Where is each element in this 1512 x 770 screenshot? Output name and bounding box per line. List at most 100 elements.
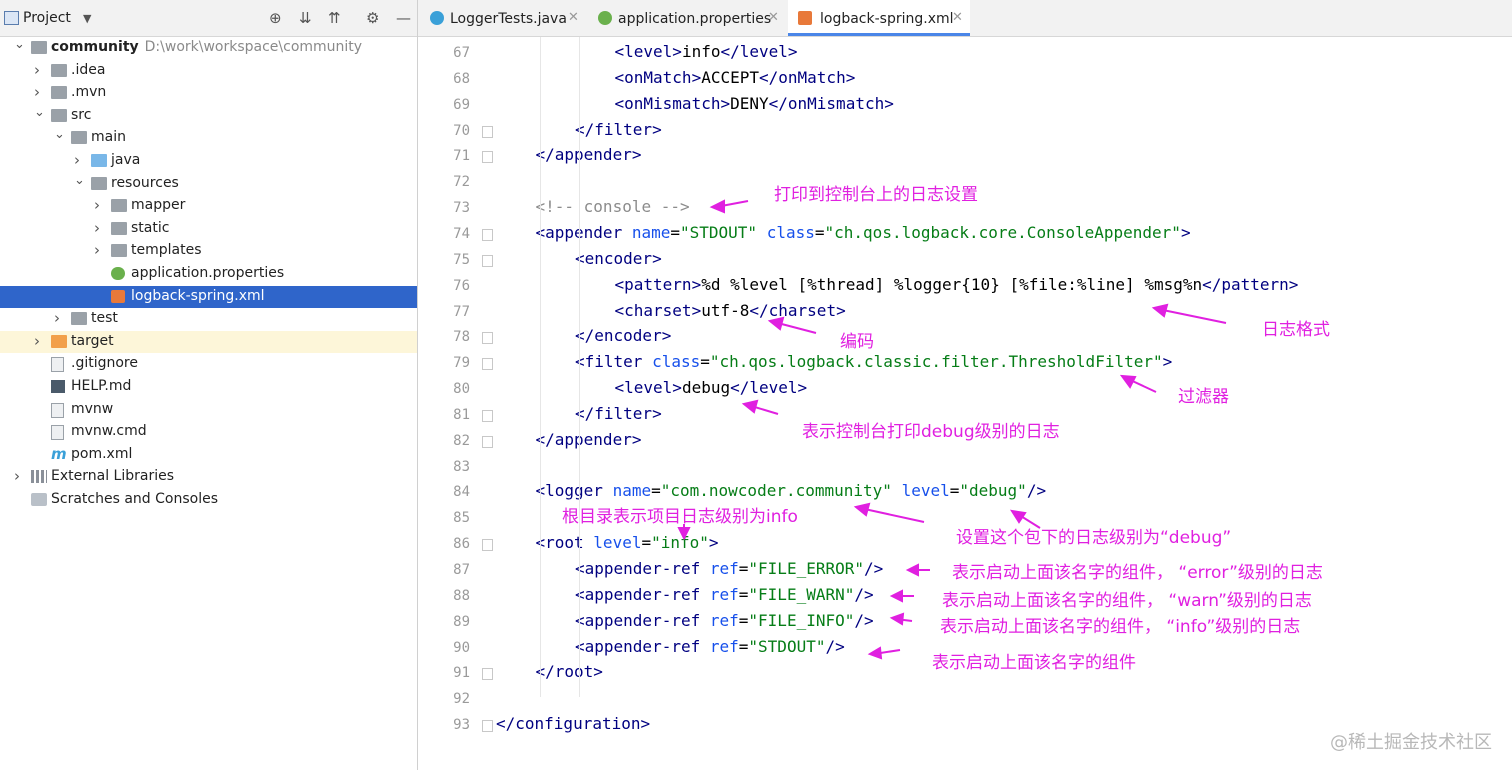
tree-item[interactable]: application.properties: [0, 263, 417, 285]
close-icon[interactable]: ✕: [568, 10, 579, 25]
excluded-folder-icon: [51, 334, 67, 348]
chevron-right-icon[interactable]: ›: [14, 467, 24, 485]
tree-item[interactable]: › java: [0, 150, 417, 172]
code-line: <onMatch>ACCEPT</onMatch>: [615, 68, 856, 87]
tab-application-properties[interactable]: application.properties ✕: [588, 0, 786, 36]
code-token: </pattern>: [1202, 274, 1299, 294]
close-icon[interactable]: ✕: [952, 10, 963, 25]
code-token: <pattern>: [614, 274, 702, 294]
code-line: <root level="info">: [536, 533, 719, 552]
tree-item[interactable]: › mapper: [0, 195, 417, 217]
markdown-file-icon: [51, 380, 65, 393]
code-token: %d %level [%thread] %logger{10} [%file:%…: [701, 274, 1203, 294]
code-token: name: [612, 481, 652, 501]
tree-item[interactable]: › target: [0, 330, 417, 353]
properties-file-icon: [598, 11, 612, 25]
chevron-right-icon[interactable]: ›: [94, 196, 104, 214]
tree-item-label: community D:\work\workspace\community: [51, 39, 362, 55]
tree-item-label: src: [71, 107, 91, 123]
tree-item[interactable]: Scratches and Consoles: [0, 489, 417, 511]
tree-item-label: main: [91, 129, 126, 145]
annotation-info-ref: 表示启动上面该名字的组件， “info”级别的日志: [940, 617, 1301, 637]
tree-item-name: static: [131, 219, 170, 236]
chevron-down-icon[interactable]: ⌄: [14, 37, 25, 52]
chevron-down-icon[interactable]: ⌄: [34, 105, 45, 120]
chevron-right-icon[interactable]: ›: [94, 241, 104, 259]
chevron-right-icon[interactable]: ›: [54, 309, 64, 327]
chevron-right-icon[interactable]: ›: [74, 151, 84, 169]
close-icon[interactable]: ✕: [768, 10, 779, 25]
minimize-icon[interactable]: —: [396, 9, 411, 27]
fold-marker-icon[interactable]: [482, 720, 493, 733]
tree-item[interactable]: › templates: [0, 240, 417, 262]
tree-item[interactable]: › test: [0, 308, 417, 330]
code-token: =: [738, 559, 749, 578]
chevron-right-icon[interactable]: ›: [34, 61, 44, 79]
line-number: 82: [453, 432, 470, 449]
chevron-right-icon[interactable]: ›: [34, 332, 44, 350]
ide-window: Project ▼ ⊕ ⇊ ⇈ ⚙ — ⌄ community D:\work\wo…: [0, 0, 1512, 770]
tree-item[interactable]: ⌄ main: [0, 127, 417, 149]
expand-all-icon[interactable]: ⇊: [299, 9, 312, 27]
fold-marker-icon[interactable]: [482, 358, 493, 371]
gear-icon[interactable]: ⚙: [366, 9, 379, 27]
fold-marker-icon[interactable]: [482, 435, 493, 448]
fold-marker-icon[interactable]: [482, 125, 493, 138]
tree-item[interactable]: › .mvn: [0, 82, 417, 104]
code-token: </filter>: [575, 119, 662, 139]
code-token: />: [825, 636, 845, 656]
collapse-all-icon[interactable]: ⇈: [328, 9, 341, 27]
chevron-down-icon[interactable]: ⌄: [74, 173, 85, 188]
folder-icon: [51, 86, 67, 100]
fold-marker-icon[interactable]: [482, 409, 493, 422]
code-line: <filter class="ch.qos.logback.classic.fi…: [575, 352, 1172, 371]
tab-label: application.properties: [618, 11, 772, 27]
annotation-error-ref: 表示启动上面该名字的组件， “error”级别的日志: [952, 563, 1323, 583]
tree-item[interactable]: .gitignore: [0, 353, 417, 375]
fold-marker-icon[interactable]: [482, 668, 493, 681]
tree-item-name: java: [111, 152, 141, 168]
project-view-icon[interactable]: [4, 11, 19, 25]
tree-item-path: D:\work\workspace\community: [144, 39, 363, 55]
locate-icon[interactable]: ⊕: [269, 9, 282, 27]
tree-item-name: community: [51, 39, 139, 55]
tab-logger-tests[interactable]: LoggerTests.java ✕: [418, 0, 586, 36]
tree-item[interactable]: m pom.xml: [0, 444, 417, 466]
tree-item[interactable]: ⌄ src: [0, 105, 417, 127]
fold-marker-icon[interactable]: [482, 228, 493, 241]
tree-item[interactable]: HELP.md: [0, 376, 417, 398]
tree-item[interactable]: › External Libraries: [0, 466, 417, 488]
fold-marker-icon[interactable]: [482, 254, 493, 267]
code-line: <appender-ref ref="STDOUT"/>: [575, 637, 845, 656]
chevron-right-icon[interactable]: ›: [94, 219, 104, 237]
fold-marker-icon[interactable]: [482, 332, 493, 345]
line-number: 79: [453, 355, 470, 372]
code-token: debug: [681, 378, 731, 398]
tree-item[interactable]: › static: [0, 218, 417, 240]
tree-item-label: logback-spring.xml: [131, 288, 265, 304]
code-token: DENY: [730, 93, 769, 113]
tree-item[interactable]: mvnw.cmd: [0, 421, 417, 443]
chevron-right-icon[interactable]: ›: [34, 83, 44, 101]
project-panel-title[interactable]: Project: [23, 10, 71, 26]
tree-item[interactable]: › .idea: [0, 60, 417, 82]
tree-item[interactable]: ⌄ resources: [0, 173, 417, 195]
tab-logback-spring[interactable]: logback-spring.xml ✕: [788, 0, 970, 36]
fold-marker-icon[interactable]: [482, 151, 493, 164]
fold-marker-icon[interactable]: [482, 539, 493, 552]
tree-item[interactable]: logback-spring.xml: [0, 285, 417, 308]
code-line: </configuration>: [496, 714, 650, 733]
tree-item-label: External Libraries: [51, 468, 174, 484]
tree-item[interactable]: ⌄ community D:\work\workspace\community: [0, 37, 417, 59]
tree-item-label: java: [111, 152, 140, 168]
code-token: </charset>: [749, 300, 846, 320]
tree-item-label: resources: [111, 175, 179, 191]
code-token: "STDOUT": [748, 636, 826, 656]
code-line: <appender-ref ref="FILE_INFO"/>: [575, 611, 874, 630]
tree-item-name: External Libraries: [51, 468, 174, 485]
code-token: ref: [709, 636, 739, 656]
chevron-down-icon[interactable]: ⌄: [54, 127, 65, 142]
tree-item[interactable]: mvnw: [0, 399, 417, 421]
code-token: "debug": [959, 481, 1027, 501]
chevron-down-icon[interactable]: ▼: [83, 12, 91, 25]
